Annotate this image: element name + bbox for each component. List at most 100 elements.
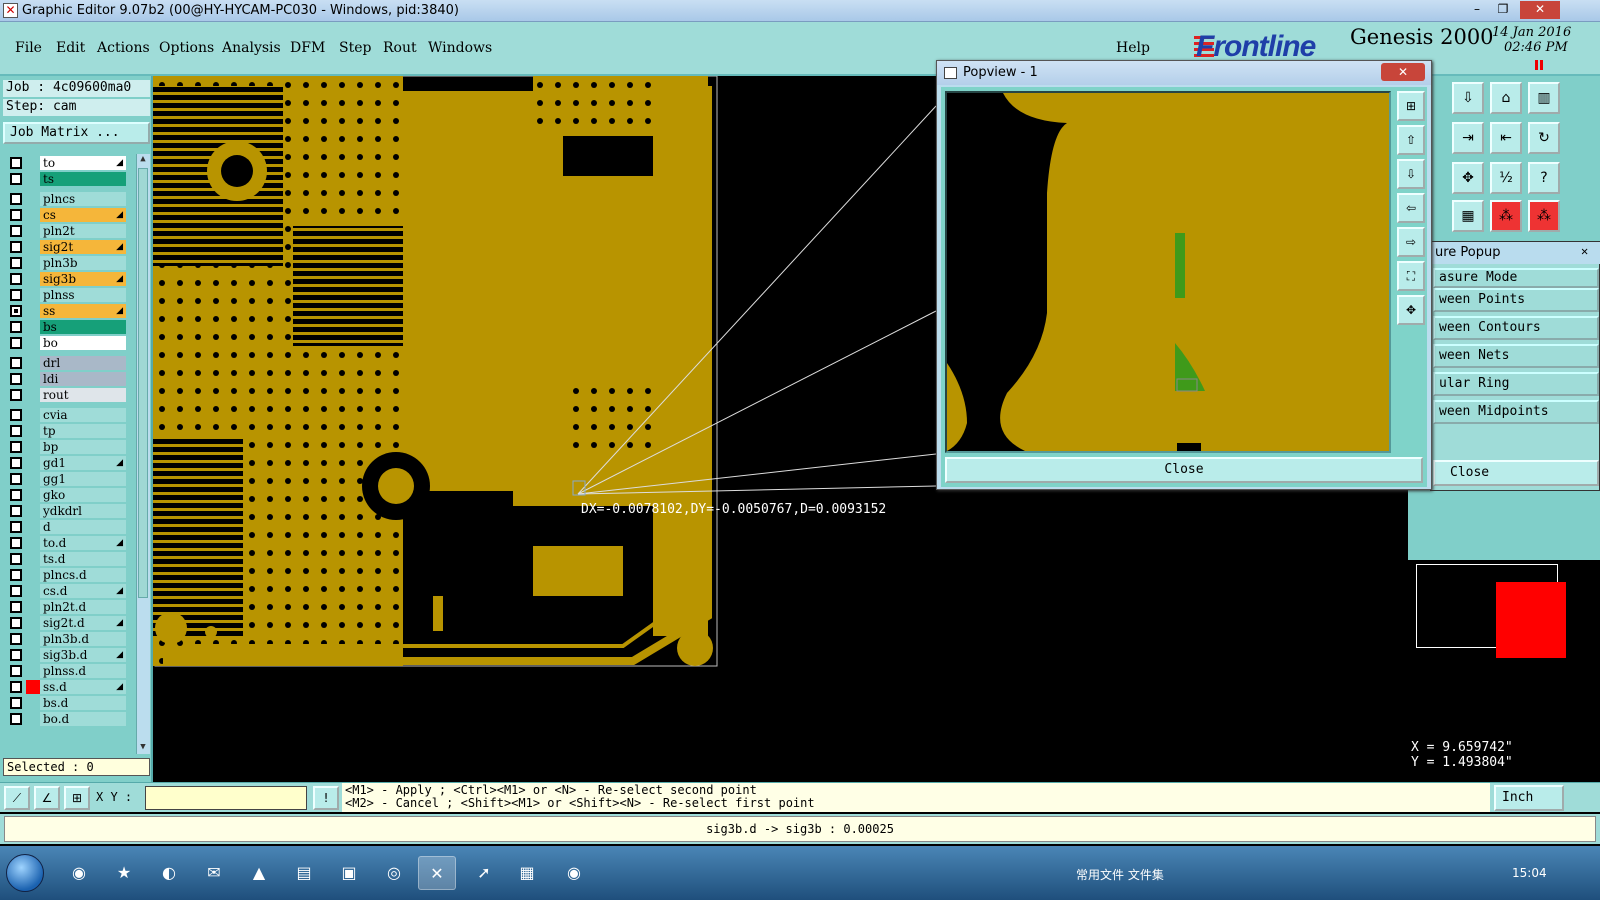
popview-tool-down-icon[interactable]: ⇩	[1397, 159, 1425, 189]
layer-color-swatch[interactable]	[26, 356, 40, 370]
layer-checkbox[interactable]	[10, 473, 22, 485]
tool-rotate-icon[interactable]: ↻	[1528, 122, 1560, 154]
layer-checkbox[interactable]	[10, 357, 22, 369]
layer-color-swatch[interactable]	[26, 156, 40, 170]
scroll-thumb[interactable]	[138, 168, 148, 598]
layer-checkbox[interactable]	[10, 681, 22, 693]
layer-name[interactable]: bs.d	[40, 696, 126, 710]
layer-row[interactable]: ss ◢	[4, 304, 128, 318]
units-button[interactable]: Inch	[1494, 785, 1564, 811]
layer-row[interactable]: ydkdrl	[4, 504, 128, 518]
layer-checkbox[interactable]	[10, 257, 22, 269]
layer-color-swatch[interactable]	[26, 456, 40, 470]
layer-name[interactable]: ts.d	[40, 552, 126, 566]
measure-between-contours[interactable]: ween Contours	[1433, 316, 1599, 340]
layer-checkbox[interactable]	[10, 209, 22, 221]
taskbar-firefox-icon[interactable]: ◉	[60, 856, 98, 890]
layer-name[interactable]: drl	[40, 356, 126, 370]
taskbar-network-icon[interactable]: ◎	[375, 856, 413, 890]
layer-name[interactable]: ydkdrl	[40, 504, 126, 518]
layer-checkbox[interactable]	[10, 193, 22, 205]
layer-name[interactable]: cs.d ◢	[40, 584, 126, 598]
tool-net2-icon[interactable]: ⁂	[1528, 200, 1560, 232]
layer-name[interactable]: to ◢	[40, 156, 126, 170]
layer-checkbox[interactable]	[10, 521, 22, 533]
layer-name[interactable]: rout	[40, 388, 126, 402]
tool-help-icon[interactable]: ?	[1528, 162, 1560, 194]
layer-color-swatch[interactable]	[26, 504, 40, 518]
layer-color-swatch[interactable]	[26, 172, 40, 186]
layer-row[interactable]: drl	[4, 356, 128, 370]
measure-between-points[interactable]: ween Points	[1433, 288, 1599, 312]
menu-step[interactable]: Step	[339, 40, 371, 56]
layer-checkbox[interactable]	[10, 617, 22, 629]
layer-color-swatch[interactable]	[26, 712, 40, 726]
layer-color-swatch[interactable]	[26, 696, 40, 710]
job-matrix-button[interactable]: Job Matrix ...	[3, 122, 150, 144]
layer-checkbox[interactable]	[10, 409, 22, 421]
cmd-line-icon[interactable]: ⟋	[4, 786, 30, 810]
layer-name[interactable]: plncs	[40, 192, 126, 206]
layer-row[interactable]: pln3b	[4, 256, 128, 270]
taskbar-browser-icon[interactable]: ◐	[150, 856, 188, 890]
layer-name[interactable]: ts	[40, 172, 126, 186]
minimize-button[interactable]: –	[1464, 1, 1490, 19]
layer-row[interactable]: cs.d ◢	[4, 584, 128, 598]
layer-name[interactable]: to.d ◢	[40, 536, 126, 550]
layer-name[interactable]: bo	[40, 336, 126, 350]
tool-forward-icon[interactable]: ⇥	[1452, 122, 1484, 154]
taskbar-clock[interactable]: 15:04	[1512, 866, 1547, 880]
menu-actions[interactable]: Actions	[97, 40, 150, 56]
layer-row[interactable]: bs.d	[4, 696, 128, 710]
menu-dfm[interactable]: DFM	[290, 40, 325, 56]
layer-checkbox[interactable]	[10, 649, 22, 661]
layer-checkbox[interactable]	[10, 321, 22, 333]
layer-color-swatch[interactable]	[26, 424, 40, 438]
layer-row[interactable]: sig2t.d ◢	[4, 616, 128, 630]
layer-row[interactable]: sig3b ◢	[4, 272, 128, 286]
layer-row[interactable]: pln2t	[4, 224, 128, 238]
menu-help[interactable]: Help	[1116, 40, 1150, 56]
scroll-down-icon[interactable]: ▼	[137, 742, 149, 754]
layer-row[interactable]: sig2t ◢	[4, 240, 128, 254]
layer-name[interactable]: plnss.d	[40, 664, 126, 678]
start-button[interactable]	[6, 854, 44, 892]
menu-options[interactable]: Options	[159, 40, 214, 56]
layer-row[interactable]: to.d ◢	[4, 536, 128, 550]
layer-name[interactable]: ss.d ◢	[40, 680, 126, 694]
layer-checkbox[interactable]	[10, 273, 22, 285]
layer-row[interactable]: sig3b.d ◢	[4, 648, 128, 662]
layer-row[interactable]: rout	[4, 388, 128, 402]
layer-checkbox[interactable]	[10, 373, 22, 385]
layer-name[interactable]: plnss	[40, 288, 126, 302]
layer-name[interactable]: bo.d	[40, 712, 126, 726]
layer-color-swatch[interactable]	[26, 408, 40, 422]
layer-checkbox[interactable]	[10, 585, 22, 597]
layer-name[interactable]: gd1 ◢	[40, 456, 126, 470]
layer-checkbox[interactable]	[10, 441, 22, 453]
layer-color-swatch[interactable]	[26, 256, 40, 270]
layer-row[interactable]: pln2t.d	[4, 600, 128, 614]
layer-color-swatch[interactable]	[26, 488, 40, 502]
tool-scale-icon[interactable]: ½	[1490, 162, 1522, 194]
popview-tool-up-icon[interactable]: ⇧	[1397, 125, 1425, 155]
layer-name[interactable]: gko	[40, 488, 126, 502]
taskbar-notes-icon[interactable]: ▤	[285, 856, 323, 890]
layer-row[interactable]: d	[4, 520, 128, 534]
layer-color-swatch[interactable]	[26, 224, 40, 238]
layer-name[interactable]: bp	[40, 440, 126, 454]
layer-name[interactable]: pln2t	[40, 224, 126, 238]
layer-checkbox[interactable]	[10, 457, 22, 469]
taskbar-star-icon[interactable]: ★	[105, 856, 143, 890]
tray-text[interactable]: 常用文件 文件集	[1076, 866, 1164, 883]
layer-row[interactable]: gg1	[4, 472, 128, 486]
measure-between-nets[interactable]: ween Nets	[1433, 344, 1599, 368]
layer-list-scrollbar[interactable]: ▲ ▼	[136, 154, 150, 754]
layer-checkbox[interactable]	[10, 601, 22, 613]
popview-close-icon[interactable]: ✕	[1381, 63, 1425, 81]
layer-name[interactable]: pln3b	[40, 256, 126, 270]
overview-map[interactable]	[1408, 560, 1600, 740]
popview-tool-fit-icon[interactable]: ⛶	[1397, 261, 1425, 291]
menu-edit[interactable]: Edit	[56, 40, 85, 56]
taskbar-eye-icon[interactable]: ◉	[555, 856, 593, 890]
